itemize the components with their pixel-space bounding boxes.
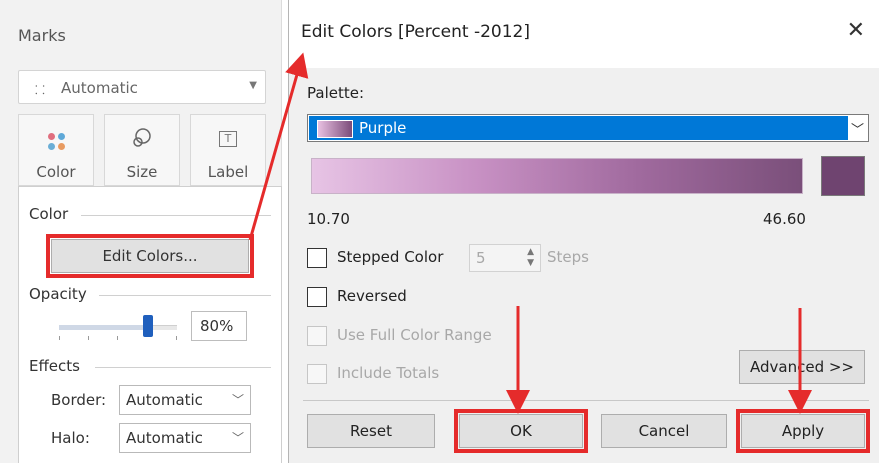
spin-arrows-icon: ▲ ▼ xyxy=(527,247,534,268)
color-mark-button[interactable]: Color xyxy=(18,114,94,186)
border-label: Border: xyxy=(51,391,107,409)
reversed-label: Reversed xyxy=(337,287,407,305)
slider-tick xyxy=(117,336,118,340)
range-max-value: 46.60 xyxy=(763,210,806,228)
apply-button[interactable]: Apply xyxy=(736,409,870,453)
full-color-range-label: Use Full Color Range xyxy=(337,326,492,344)
close-icon[interactable]: ✕ xyxy=(847,18,865,43)
full-color-range-checkbox[interactable] xyxy=(307,326,327,346)
size-mark-label: Size xyxy=(126,163,158,181)
end-color-swatch[interactable] xyxy=(821,156,865,196)
palette-selection-highlight: Purple xyxy=(309,116,848,140)
range-min-value: 10.70 xyxy=(307,210,350,228)
color-popup: Color Edit Colors... Opacity 80% Effects… xyxy=(18,186,282,463)
stepped-color-checkbox[interactable] xyxy=(307,248,327,268)
dialog-footer-divider xyxy=(303,400,869,401)
marks-title: Marks xyxy=(18,26,66,45)
border-select[interactable]: Automatic ﹀ xyxy=(119,385,251,415)
steps-stepper[interactable]: 5 ▲ ▼ xyxy=(469,244,541,272)
stepped-color-label: Stepped Color xyxy=(337,248,444,266)
ok-button[interactable]: OK xyxy=(454,409,588,453)
mark-type-dropdown[interactable]: ⸬ Automatic ▼ xyxy=(18,70,266,104)
color-dots-icon xyxy=(47,133,65,150)
color-ramp[interactable] xyxy=(311,158,803,194)
effects-section-divider xyxy=(95,367,271,368)
include-totals-label: Include Totals xyxy=(337,364,440,382)
reset-button[interactable]: Reset xyxy=(307,414,435,448)
palette-value: Purple xyxy=(359,119,407,137)
steps-value: 5 xyxy=(476,249,486,267)
halo-select[interactable]: Automatic ﹀ xyxy=(119,423,251,453)
palette-select[interactable]: Purple ﹀ xyxy=(307,114,869,142)
slider-tick xyxy=(176,336,177,340)
label-mark-button[interactable]: T Label xyxy=(190,114,266,186)
chevron-down-icon: ﹀ xyxy=(231,393,244,407)
reversed-checkbox[interactable] xyxy=(307,287,327,307)
label-icon: T xyxy=(219,131,237,147)
border-select-value: Automatic xyxy=(126,391,203,409)
halo-label: Halo: xyxy=(51,429,90,447)
palette-swatch xyxy=(317,120,353,138)
chevron-down-icon: ﹀ xyxy=(850,123,864,138)
dialog-titlebar: Edit Colors [Percent -2012] ✕ xyxy=(289,0,879,68)
label-mark-label: Label xyxy=(207,163,249,181)
palette-label: Palette: xyxy=(307,84,365,102)
opacity-value-input[interactable]: 80% xyxy=(191,311,247,341)
opacity-section-heading: Opacity xyxy=(29,285,87,303)
marks-panel: Marks ⸬ Automatic ▼ Color Size T Label C xyxy=(0,0,282,463)
auto-mark-icon: ⸬ xyxy=(35,83,45,97)
dialog-title: Edit Colors [Percent -2012] xyxy=(301,22,531,42)
size-mark-button[interactable]: Size xyxy=(104,114,180,186)
edit-colors-dialog: Edit Colors [Percent -2012] ✕ Palette: P… xyxy=(288,0,879,463)
slider-tick xyxy=(59,336,60,340)
color-section-divider xyxy=(81,215,271,216)
opacity-slider-fill xyxy=(59,325,153,330)
effects-section-heading: Effects xyxy=(29,357,80,375)
advanced-button[interactable]: Advanced >> xyxy=(739,350,865,384)
chevron-down-icon: ﹀ xyxy=(231,431,244,445)
chevron-down-icon: ▼ xyxy=(249,80,257,91)
size-icon xyxy=(133,128,151,147)
opacity-section-divider xyxy=(99,295,271,296)
halo-select-value: Automatic xyxy=(126,429,203,447)
mark-type-value: Automatic xyxy=(61,79,138,97)
opacity-slider-thumb[interactable] xyxy=(143,315,153,337)
cancel-button[interactable]: Cancel xyxy=(601,414,727,448)
color-section-heading: Color xyxy=(29,205,69,223)
color-mark-label: Color xyxy=(36,163,76,181)
slider-tick xyxy=(88,336,89,340)
include-totals-checkbox[interactable] xyxy=(307,364,327,384)
steps-label: Steps xyxy=(547,248,589,266)
edit-colors-button[interactable]: Edit Colors... xyxy=(46,234,254,278)
